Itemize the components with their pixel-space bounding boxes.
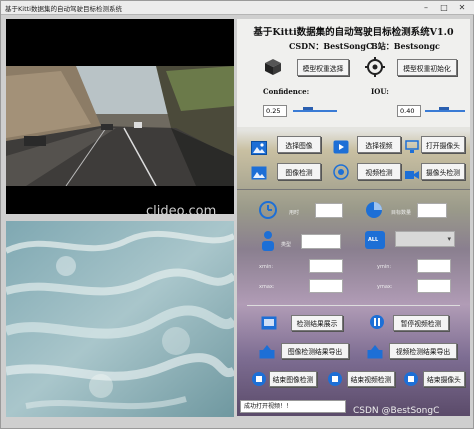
count-label: 目标数量	[391, 210, 412, 216]
export-image-icon	[259, 344, 275, 363]
video-display: clideo.com	[6, 19, 234, 214]
chevron-down-icon: ▾	[447, 235, 451, 243]
title-bar: 基于Kitti数据集的自动驾驶目标检测系统 – □ ✕	[1, 1, 474, 15]
show-results-button[interactable]: 检测结果展示	[291, 315, 343, 331]
export-video-button[interactable]: 视频检测结果导出	[389, 343, 457, 359]
window-title: 基于Kitti数据集的自动驾驶目标检测系统	[5, 5, 122, 13]
count-field	[417, 203, 447, 218]
header-card: 基于Kitti数据集的自动驾驶目标检测系统V1.0 CSDN：BestSongC…	[237, 19, 470, 127]
video-icon	[333, 139, 349, 158]
cube-icon	[263, 57, 283, 81]
clock-icon	[259, 201, 277, 223]
pause-icon	[369, 314, 385, 334]
camera-icon	[405, 166, 419, 185]
type-field	[301, 234, 341, 249]
type-label: 类型	[281, 242, 292, 248]
divider-top	[237, 189, 470, 190]
image-icon	[251, 140, 267, 159]
all-label: ALL	[368, 237, 379, 243]
time-label: 用时	[289, 210, 300, 216]
xmax-label: xmax:	[259, 284, 275, 290]
pie-icon	[365, 201, 383, 223]
image-detect-icon	[251, 165, 267, 184]
select-video-button[interactable]: 选择视频	[357, 136, 401, 153]
xmin-field	[309, 259, 343, 273]
maximize-button[interactable]: □	[437, 2, 451, 13]
confidence-spinbox[interactable]: 0.25	[263, 105, 287, 117]
app-window: 基于Kitti数据集的自动驾驶目标检测系统 – □ ✕ clideo.com 基…	[0, 0, 474, 429]
csdn-watermark: CSDN @BestSongC	[353, 406, 440, 416]
minimize-button[interactable]: –	[419, 2, 433, 13]
status-bar: 成功打开视频！！	[240, 400, 346, 413]
confidence-slider-handle[interactable]	[303, 107, 313, 110]
open-camera-button[interactable]: 打开摄像头	[421, 136, 465, 153]
person-icon	[259, 229, 277, 257]
export-video-icon	[367, 344, 383, 363]
result-display-icon	[261, 315, 277, 334]
ymax-field	[417, 279, 451, 293]
iou-slider[interactable]	[425, 110, 465, 112]
video-watermark: clideo.com	[146, 204, 217, 214]
pause-video-button[interactable]: 暂停视频检测	[393, 315, 449, 331]
target-icon	[365, 57, 385, 81]
end-camera-icon	[403, 371, 419, 391]
image-detect-button[interactable]: 图像检测	[277, 163, 321, 180]
model-select-button[interactable]: 模型权重选择	[297, 59, 349, 76]
video-detect-icon	[333, 164, 349, 184]
end-video-button[interactable]: 结束视频检测	[347, 371, 395, 387]
background-image-panel	[6, 221, 234, 417]
end-camera-button[interactable]: 结束摄像头	[423, 371, 465, 387]
system-title: 基于Kitti数据集的自动驾驶目标检测系统V1.0	[253, 27, 454, 38]
camera-detect-button[interactable]: 摄像头检测	[421, 163, 465, 180]
xmax-field	[309, 279, 343, 293]
monitor-icon	[405, 139, 419, 158]
end-image-icon	[251, 371, 267, 391]
select-image-button[interactable]: 选择图像	[277, 136, 321, 153]
iou-slider-handle[interactable]	[439, 107, 449, 110]
end-image-button[interactable]: 结束图像检测	[269, 371, 317, 387]
bilibili-label: B站：Bestsongc	[371, 41, 440, 51]
iou-spinbox[interactable]: 0.40	[397, 105, 421, 117]
model-init-button[interactable]: 模型权重初始化	[397, 59, 457, 76]
time-field	[315, 203, 343, 218]
xmin-label: xmin:	[259, 264, 274, 270]
video-detect-button[interactable]: 视频检测	[357, 163, 401, 180]
csdn-label: CSDN：BestSongC	[289, 41, 373, 51]
ymin-field	[417, 259, 451, 273]
export-image-button[interactable]: 图像检测结果导出	[281, 343, 349, 359]
control-panel: 基于Kitti数据集的自动驾驶目标检测系统V1.0 CSDN：BestSongC…	[237, 19, 470, 416]
confidence-slider[interactable]	[293, 110, 337, 112]
iou-label: IOU:	[371, 87, 389, 96]
ymax-label: ymax:	[377, 284, 393, 290]
street-video-frame	[6, 66, 234, 186]
class-select[interactable]: ▾	[395, 231, 455, 247]
end-video-icon	[327, 371, 343, 391]
divider-bottom	[247, 305, 460, 306]
ymin-label: ymin:	[377, 264, 392, 270]
close-button[interactable]: ✕	[455, 2, 469, 13]
confidence-label: Confidence:	[263, 87, 310, 96]
